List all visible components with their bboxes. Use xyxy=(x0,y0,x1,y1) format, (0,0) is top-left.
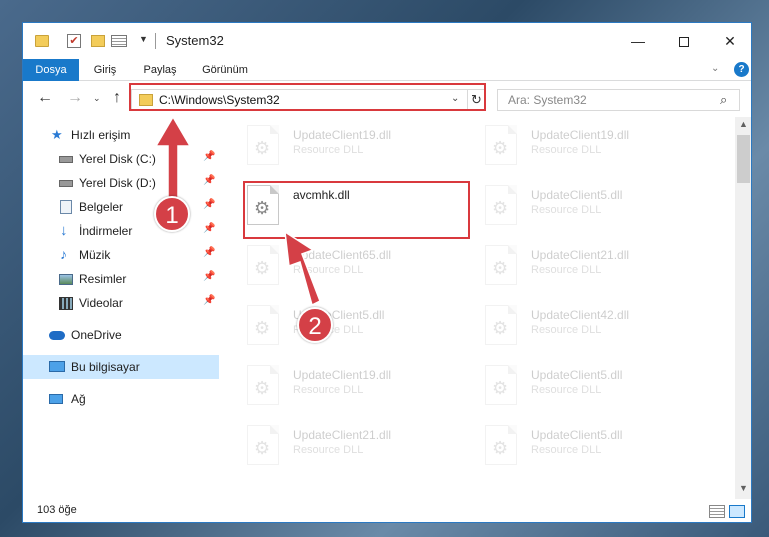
step-1-badge: 1 xyxy=(154,196,190,232)
arrow-to-address-bar xyxy=(154,115,192,209)
arrow-to-file xyxy=(284,230,321,307)
annotation-arrows xyxy=(154,115,321,307)
step-2-badge: 2 xyxy=(297,307,333,343)
